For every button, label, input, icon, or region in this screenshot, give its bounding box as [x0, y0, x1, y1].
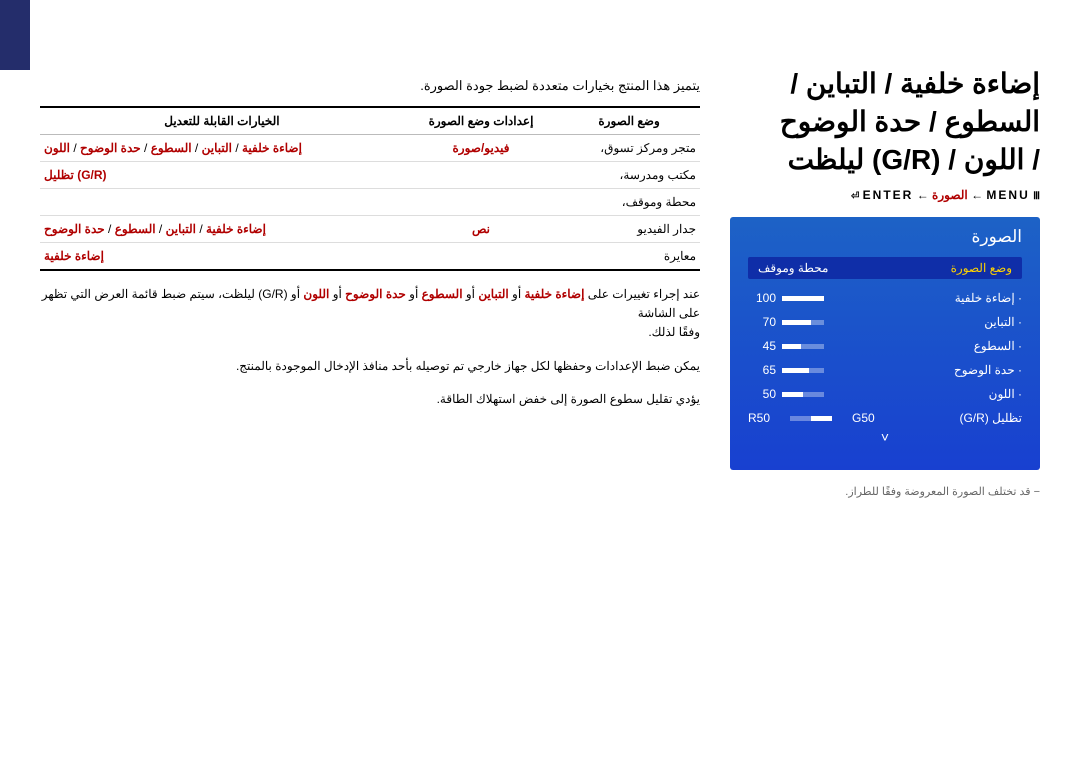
- osd-item[interactable]: إضاءة خلفية 100: [748, 291, 1022, 305]
- slider[interactable]: 45: [748, 339, 824, 353]
- table-row: متجر ومركز تسوق،فيديو/صورةإضاءة خلفية / …: [40, 135, 700, 162]
- slider-value: 45: [748, 339, 776, 353]
- slider[interactable]: 50: [748, 387, 824, 401]
- slider-track: [782, 392, 824, 397]
- tint-values: G50 R50: [748, 411, 875, 425]
- slider-value: 50: [748, 387, 776, 401]
- arrow-icon: ←: [917, 188, 929, 202]
- th-setting: إعدادات وضع الصورة: [404, 107, 558, 135]
- tint-r: R50: [748, 411, 770, 425]
- intro-text: يتميز هذا المنتج بخيارات متعددة لضبط جود…: [40, 78, 700, 94]
- osd-item-tint[interactable]: تظليل (G/R) G50 R50: [748, 411, 1022, 425]
- slider-value: 100: [748, 291, 776, 305]
- title-line2: / اللون / (G/R) ليلظت: [730, 141, 1040, 179]
- osd-item-label: اللون: [989, 387, 1022, 401]
- tint-g: G50: [852, 411, 875, 425]
- osd-item[interactable]: حدة الوضوح 65: [748, 363, 1022, 377]
- table-row: معايرةإضاءة خلفية: [40, 243, 700, 271]
- osd-item-label: السطوع: [974, 339, 1022, 353]
- tint-label: تظليل (G/R): [959, 411, 1022, 425]
- title-line1: إضاءة خلفية / التباين / السطوع / حدة الو…: [730, 65, 1040, 141]
- osd-title: الصورة: [748, 227, 1022, 247]
- osd-item[interactable]: اللون 50: [748, 387, 1022, 401]
- slider-value: 65: [748, 363, 776, 377]
- table-row: جدار الفيديونصإضاءة خلفية / التباين / ال…: [40, 216, 700, 243]
- menu-key: MENU: [986, 188, 1029, 202]
- table-row: مكتب ومدرسة،(G/R) تظليل: [40, 162, 700, 189]
- breadcrumb: MENU Ⅲ ← الصورة ← ENTER ⏎: [730, 188, 1040, 202]
- osd-tabs: وضع الصورة محطة وموقف: [748, 257, 1022, 279]
- tab-picture-mode[interactable]: وضع الصورة: [951, 261, 1012, 275]
- tint-bar: [790, 416, 832, 421]
- options-table: وضع الصورة إعدادات وضع الصورة الخيارات ا…: [40, 106, 700, 271]
- model-note: − قد تختلف الصورة المعروضة وفقًا للطراز.: [730, 485, 1040, 498]
- th-opts: الخيارات القابلة للتعديل: [40, 107, 404, 135]
- osd-item-label: التباين: [984, 315, 1022, 329]
- slider-value: 70: [748, 315, 776, 329]
- slider-track: [782, 296, 824, 301]
- breadcrumb-picture: الصورة: [932, 188, 968, 202]
- osd-item[interactable]: التباين 70: [748, 315, 1022, 329]
- slider[interactable]: 100: [748, 291, 824, 305]
- slider[interactable]: 65: [748, 363, 824, 377]
- slider-track: [782, 320, 824, 325]
- th-mode: وضع الصورة: [558, 107, 700, 135]
- tab-park-station[interactable]: محطة وموقف: [758, 261, 828, 275]
- menu-icon: Ⅲ: [1033, 191, 1040, 202]
- page-title: إضاءة خلفية / التباين / السطوع / حدة الو…: [730, 65, 1040, 178]
- slider-track: [782, 368, 824, 373]
- slider-track: [782, 344, 824, 349]
- osd-item-label: إضاءة خلفية: [955, 291, 1022, 305]
- slider[interactable]: 70: [748, 315, 824, 329]
- enter-key: ENTER: [863, 188, 914, 202]
- enter-icon: ⏎: [851, 191, 859, 202]
- arrow-icon: ←: [971, 188, 983, 202]
- paragraph-3: يؤدي تقليل سطوع الصورة إلى خفض استهلاك ا…: [40, 390, 700, 409]
- osd-panel: الصورة وضع الصورة محطة وموقف إضاءة خلفية…: [730, 217, 1040, 470]
- table-row: محطة وموقف،: [40, 189, 700, 216]
- osd-item[interactable]: السطوع 45: [748, 339, 1022, 353]
- chevron-down-icon[interactable]: ˅: [748, 429, 1022, 445]
- paragraph-1: عند إجراء تغييرات على إضاءة خلفية أو الت…: [40, 285, 700, 343]
- paragraph-2: يمكن ضبط الإعدادات وحفظها لكل جهاز خارجي…: [40, 357, 700, 376]
- osd-item-label: حدة الوضوح: [954, 363, 1022, 377]
